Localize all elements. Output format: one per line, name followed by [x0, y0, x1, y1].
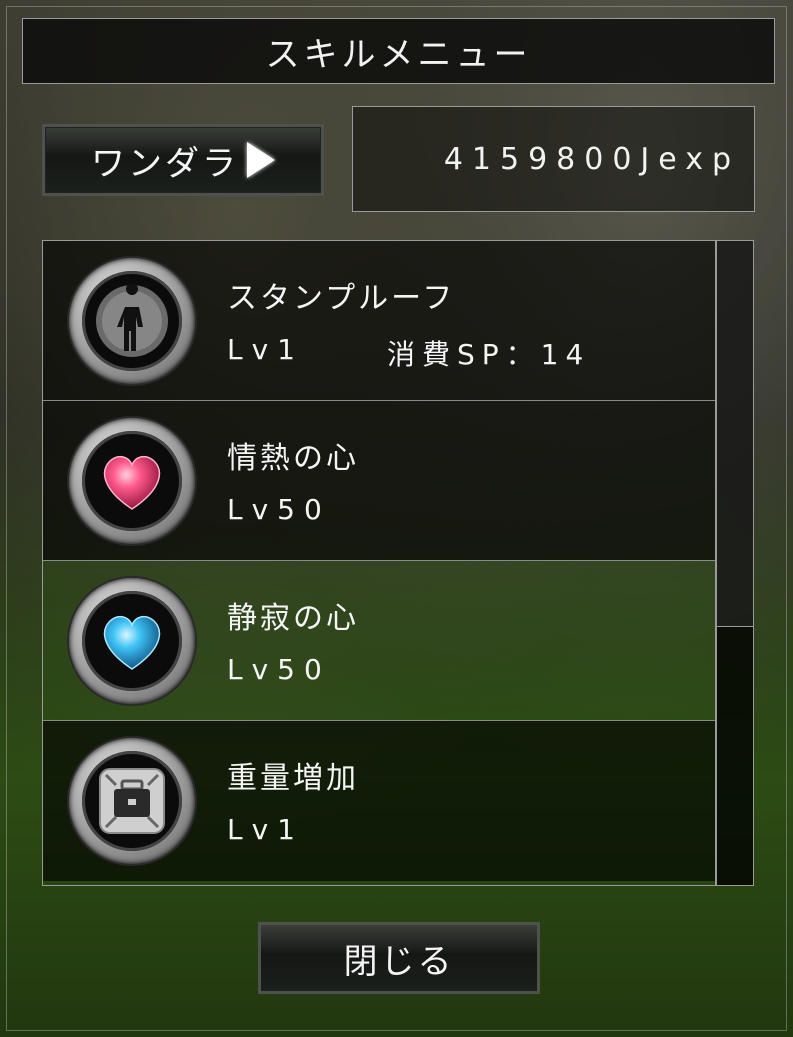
skill-icon-frame	[69, 738, 195, 864]
figure-icon	[82, 271, 182, 371]
close-button[interactable]: 閉じる	[258, 922, 540, 994]
skill-name: 重量増加	[227, 761, 359, 796]
close-button-label: 閉じる	[343, 941, 455, 982]
pink-heart-icon	[82, 431, 182, 531]
skill-name: 静寂の心	[227, 601, 359, 636]
skill-level: Lv50	[227, 493, 331, 526]
menu-title: スキルメニュー	[22, 18, 775, 84]
play-arrow-icon	[247, 142, 275, 178]
skill-icon-frame	[69, 578, 195, 704]
skill-icon-frame	[69, 258, 195, 384]
skill-level: Lv1	[227, 333, 304, 366]
skill-level: Lv1	[227, 813, 304, 846]
skill-sp-cost: 消費SP：14	[387, 338, 591, 371]
job-exp-value: 4159800Jexp	[443, 141, 740, 177]
skill-row-stamp-proof[interactable]: スタンプルーフ Lv1 消費SP：14	[43, 241, 715, 401]
job-button-label: ワンダラ	[91, 143, 239, 184]
skill-level: Lv50	[227, 653, 331, 686]
briefcase-icon	[82, 751, 182, 851]
job-select-button[interactable]: ワンダラ	[42, 124, 324, 196]
skill-list[interactable]: スタンプルーフ Lv1 消費SP：14 情熱の心 Lv50 静寂の心 Lv50 …	[42, 240, 716, 886]
menu-title-text: スキルメニュー	[265, 34, 532, 75]
job-exp-display: 4159800Jexp	[352, 106, 755, 212]
skill-row-passion-heart[interactable]: 情熱の心 Lv50	[43, 401, 715, 561]
skill-name: 情熱の心	[227, 441, 359, 476]
skill-list-scrollbar[interactable]	[716, 240, 754, 886]
skill-name: スタンプルーフ	[227, 281, 456, 316]
skill-row-calm-heart[interactable]: 静寂の心 Lv50	[43, 561, 715, 721]
skill-icon-frame	[69, 418, 195, 544]
scrollbar-thumb[interactable]	[717, 241, 753, 627]
skill-row-weight-increase[interactable]: 重量増加 Lv1	[43, 721, 715, 881]
blue-heart-icon	[82, 591, 182, 691]
